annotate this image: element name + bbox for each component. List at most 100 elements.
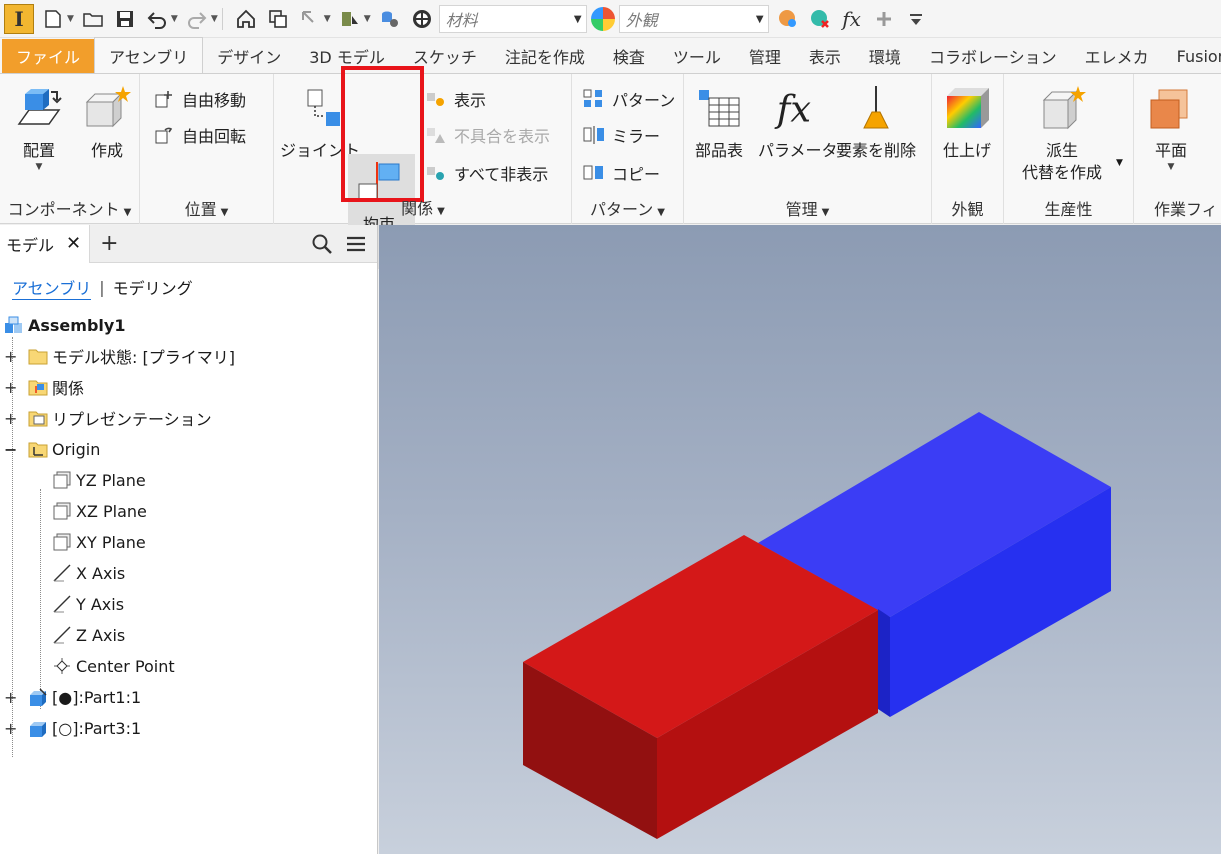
delete-face-button[interactable]: 要素を削除 [836,80,916,162]
work-features-panel-title[interactable]: 作業フィ [1154,196,1221,220]
tree-node-relationships[interactable]: + 関係 [4,373,84,401]
tab-file[interactable]: ファイル [2,39,95,73]
undo-icon[interactable] [144,6,170,32]
center-point-icon [54,658,70,674]
joint-button[interactable]: ジョイント [280,80,360,162]
close-icon[interactable]: ✕ [66,233,81,254]
tree-label: Origin [52,439,101,459]
save-icon[interactable] [112,6,138,32]
free-move-button[interactable]: 自由移動 [152,86,246,112]
plane-button[interactable]: 平面 ▼ [1144,80,1198,172]
relationships-panel-title[interactable]: 関係 ▼ [274,195,572,219]
place-button[interactable]: 配置 ▼ [12,80,66,172]
free-rotate-button[interactable]: 自由回転 [152,122,246,148]
tab-3d-model[interactable]: 3D モデル [295,39,399,73]
pattern-panel: パターン ミラー コピー パターン ▼ [572,74,684,224]
tree-node-xy-plane[interactable]: XY Plane [52,528,146,556]
tree-node-part1[interactable]: + [●]:Part1:1 [4,683,141,711]
tree-node-yz-plane[interactable]: YZ Plane [52,466,146,494]
tab-annotate[interactable]: 注記を作成 [491,39,599,73]
assembly-icon [5,316,22,333]
expand-icon[interactable]: + [4,378,17,397]
bom-button[interactable]: 部品表 [692,80,746,162]
expand-icon[interactable]: + [4,688,17,707]
show-relationships-button[interactable]: 表示 [424,86,486,112]
component-panel-title[interactable]: コンポーネント ▼ [0,196,139,220]
copy-icon [582,161,606,185]
tab-view[interactable]: 表示 [795,39,855,73]
derive-button[interactable]: 派生 代替を作成 [1022,80,1102,184]
tab-model[interactable]: モデル ✕ [0,224,91,263]
select-filter-icon[interactable] [297,6,323,32]
subtab-assembly[interactable]: アセンブリ [12,275,92,300]
tab-inspect[interactable]: 検査 [599,39,659,73]
collapse-icon[interactable]: − [4,440,17,459]
menu-icon[interactable] [345,233,367,259]
redo-icon[interactable] [184,6,210,32]
tree-node-x-axis[interactable]: X Axis [52,559,125,587]
finish-button[interactable]: 仕上げ [940,80,994,162]
tree-node-origin[interactable]: − Origin [4,435,100,463]
tree-node-z-axis[interactable]: Z Axis [52,621,125,649]
tab-design[interactable]: デザイン [203,39,295,73]
ribbon: 配置 ▼ 作成 コンポーネント▼ 自由移動 自由回転 位置▼ ジョイント 拘束 [0,66,1221,271]
position-panel-title[interactable]: 位置 ▼ [140,196,273,220]
tree-label: XZ Plane [76,501,147,521]
derive-icon [1035,80,1089,136]
copy-button[interactable]: コピー [582,160,660,186]
red-block[interactable] [523,535,878,839]
manage-title-text: 管理 [785,200,818,219]
home-icon[interactable] [233,6,259,32]
tree-node-part3[interactable]: + [○]:Part3:1 [4,714,141,742]
create-component-button[interactable]: 作成 [80,80,134,162]
tab-sketch[interactable]: スケッチ [399,39,491,73]
parameters-button[interactable]: fx パラメータ [758,80,838,162]
plus-icon[interactable] [871,6,897,32]
tab-electromechanical[interactable]: エレメカ [1071,39,1163,73]
tab-assembly[interactable]: アセンブリ [94,37,204,73]
expand-icon[interactable]: + [4,719,17,738]
app-logo[interactable]: I [4,3,34,34]
hide-all-button[interactable]: すべて非表示 [424,160,548,186]
show-sick-button[interactable]: 不具合を表示 [424,122,550,148]
database-icon[interactable] [377,6,403,32]
fx-parameters-icon[interactable]: fx [839,6,865,32]
search-icon[interactable] [311,233,333,259]
tree-node-model-states[interactable]: + モデル状態: [プライマリ] [4,342,235,370]
tree-node-assembly[interactable]: Assembly1 [4,311,125,339]
appearance-combo[interactable]: 外観 ▼ [618,4,769,33]
graphics-viewport[interactable] [379,225,1221,854]
clear-appearance-icon[interactable] [807,6,833,32]
warning-icon [424,123,448,147]
expand-icon[interactable]: + [4,409,17,428]
add-browser-icon[interactable]: + [100,231,118,256]
tree-node-y-axis[interactable]: Y Axis [52,590,124,618]
fx-icon: fx [771,80,825,136]
tree-node-xz-plane[interactable]: XZ Plane [52,497,147,525]
tab-manage[interactable]: 管理 [735,39,795,73]
appearance-color-icon[interactable] [590,6,615,31]
mirror-button[interactable]: ミラー [582,122,660,148]
tab-environments[interactable]: 環境 [855,39,915,73]
chevron-down-icon: ▼ [755,13,764,25]
tab-fusion[interactable]: Fusion [1163,39,1221,73]
select-priority-icon[interactable] [337,6,363,32]
appearance-checker-icon[interactable] [409,6,435,32]
customize-qat-icon[interactable] [903,6,929,32]
subtab-modeling[interactable]: モデリング [113,275,193,299]
copy-view-icon[interactable] [265,6,291,32]
browser-subtabs: アセンブリ | モデリング [0,263,377,311]
pattern-button[interactable]: パターン [582,86,675,112]
adjust-appearance-icon[interactable] [775,6,801,32]
pattern-panel-title[interactable]: パターン ▼ [572,196,683,220]
new-file-icon[interactable] [40,6,66,32]
mirror-label: ミラー [612,127,661,146]
tree-node-representations[interactable]: + リプレゼンテーション [4,404,212,432]
material-combo[interactable]: 材料 ▼ [438,4,587,33]
tab-tools[interactable]: ツール [659,39,735,73]
tab-collaborate[interactable]: コラボレーション [915,39,1071,73]
manage-panel-title[interactable]: 管理 ▼ [684,196,931,220]
open-folder-icon[interactable] [80,6,106,32]
tree-node-center-point[interactable]: Center Point [52,652,175,680]
expand-icon[interactable]: + [4,347,17,366]
